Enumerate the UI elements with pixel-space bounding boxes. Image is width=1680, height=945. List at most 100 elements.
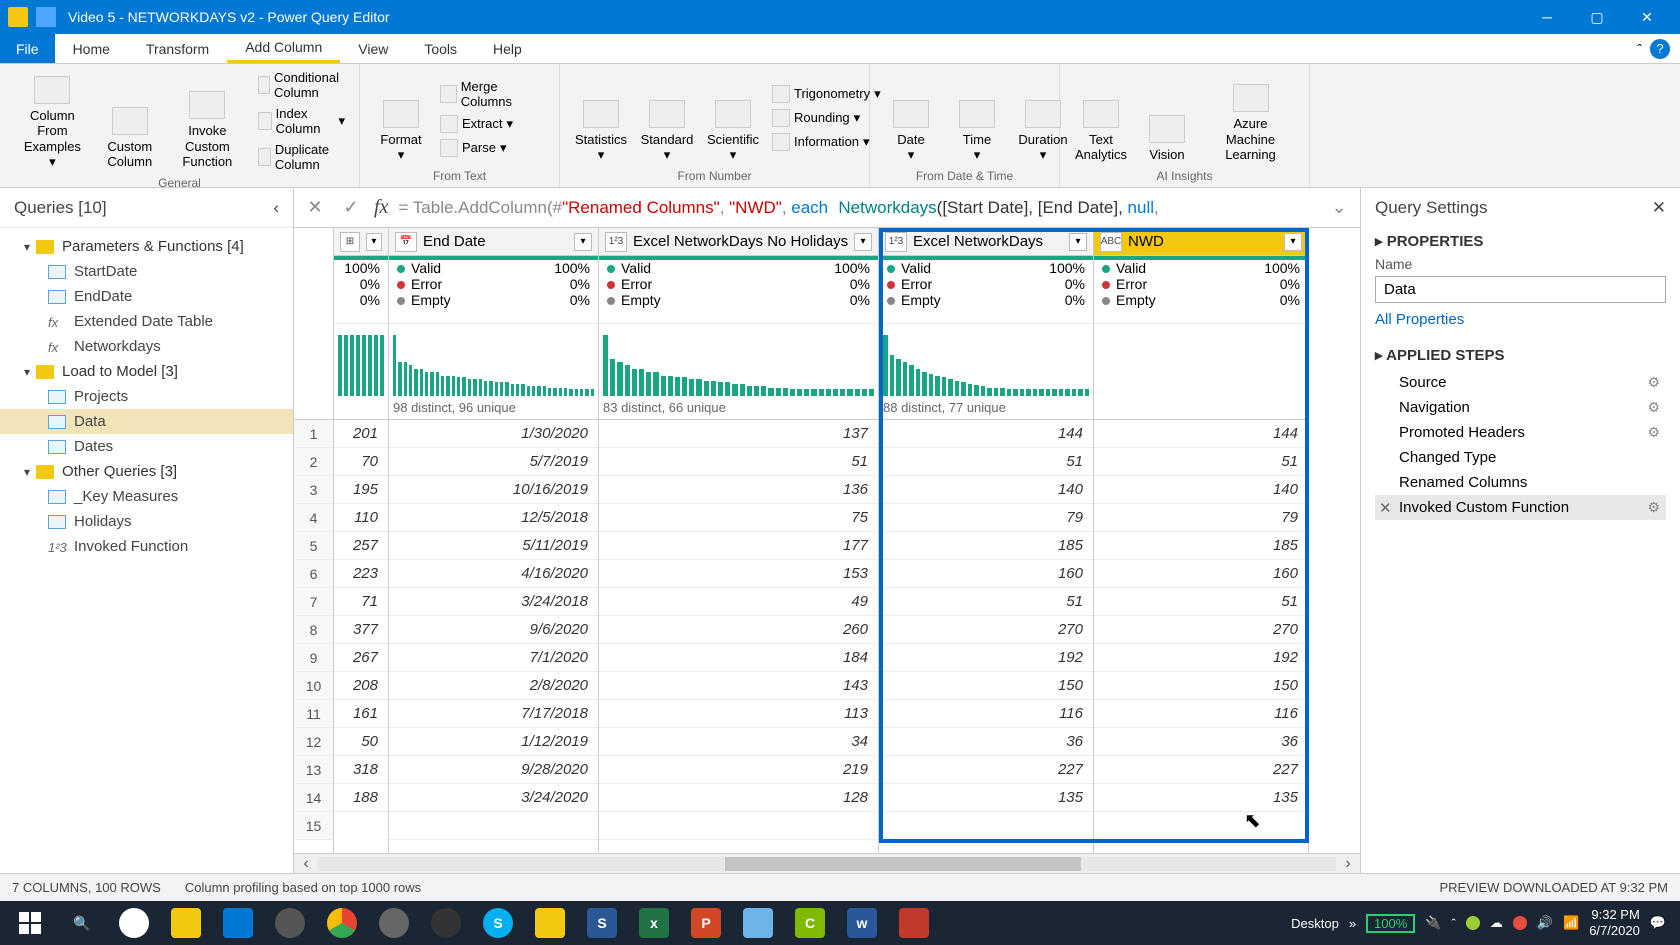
tray-icon-1[interactable]: [1466, 916, 1480, 930]
cell[interactable]: 227: [1094, 756, 1308, 784]
gear-icon[interactable]: ⚙: [1647, 499, 1660, 516]
time-button[interactable]: Time ▾: [946, 68, 1008, 167]
group-other-queries[interactable]: ▾Other Queries [3]: [0, 459, 293, 484]
close-settings-icon[interactable]: ✕: [1652, 198, 1666, 218]
standard-button[interactable]: Standard ▾: [636, 68, 698, 167]
column-header[interactable]: ABCNWD▾: [1094, 228, 1308, 256]
cell[interactable]: 51: [1094, 448, 1308, 476]
cell[interactable]: 144: [879, 420, 1093, 448]
column-dropdown-icon[interactable]: ▾: [854, 233, 872, 251]
formula-text[interactable]: = Table.AddColumn(#"Renamed Columns", "N…: [398, 198, 1316, 218]
step-changed-type[interactable]: Changed Type: [1375, 445, 1666, 470]
column-header[interactable]: ⊞▾: [334, 228, 388, 256]
cell[interactable]: 128: [599, 784, 878, 812]
trigonometry-button[interactable]: Trigonometry ▾: [768, 83, 885, 105]
help-menu[interactable]: Help: [475, 34, 540, 63]
transform-menu[interactable]: Transform: [128, 34, 227, 63]
cell[interactable]: 195: [334, 476, 388, 504]
help-icon[interactable]: ?: [1650, 39, 1670, 59]
cell[interactable]: 160: [1094, 560, 1308, 588]
cell[interactable]: 75: [599, 504, 878, 532]
column-dropdown-icon[interactable]: ▾: [574, 233, 592, 251]
row-number[interactable]: 5: [294, 532, 333, 560]
cell[interactable]: 9/28/2020: [389, 756, 598, 784]
horizontal-scrollbar[interactable]: ‹ ›: [294, 853, 1360, 873]
battery-indicator[interactable]: 100%: [1366, 914, 1415, 933]
cell[interactable]: 188: [334, 784, 388, 812]
cell[interactable]: 7/17/2018: [389, 700, 598, 728]
maximize-button[interactable]: ▢: [1572, 0, 1622, 34]
merge-columns-button[interactable]: Merge Columns: [436, 77, 549, 111]
cell[interactable]: 1/30/2020: [389, 420, 598, 448]
cell[interactable]: 192: [879, 644, 1093, 672]
cell[interactable]: 177: [599, 532, 878, 560]
close-button[interactable]: ✕: [1622, 0, 1672, 34]
column-header[interactable]: 1²3Excel NetworkDays No Holidays▾: [599, 228, 878, 256]
cell[interactable]: [599, 812, 878, 840]
cell[interactable]: 2/8/2020: [389, 672, 598, 700]
accept-formula-button[interactable]: ✓: [338, 195, 364, 221]
cell[interactable]: 227: [879, 756, 1093, 784]
taskbar-app-4[interactable]: [368, 901, 420, 945]
query-enddate[interactable]: EndDate: [0, 284, 293, 309]
rounding-button[interactable]: Rounding ▾: [768, 107, 885, 129]
column-from-examples-button[interactable]: Column From Examples ▾: [10, 68, 95, 174]
recorder-icon[interactable]: [888, 901, 940, 945]
notepad-icon[interactable]: [732, 901, 784, 945]
home-menu[interactable]: Home: [55, 34, 128, 63]
cell[interactable]: 135: [879, 784, 1093, 812]
text-analytics-button[interactable]: Text Analytics: [1070, 68, 1132, 167]
collapse-ribbon-icon[interactable]: ˆ: [1637, 41, 1642, 57]
cell[interactable]: 161: [334, 700, 388, 728]
query-data[interactable]: Data: [0, 409, 293, 434]
cell[interactable]: 144: [1094, 420, 1308, 448]
volume-icon[interactable]: 🔊: [1537, 915, 1553, 931]
column-dropdown-icon[interactable]: ▾: [366, 233, 382, 251]
minimize-button[interactable]: ─: [1522, 0, 1572, 34]
cell[interactable]: 3/24/2020: [389, 784, 598, 812]
cell[interactable]: 377: [334, 616, 388, 644]
file-explorer-icon[interactable]: [160, 901, 212, 945]
row-number[interactable]: 10: [294, 672, 333, 700]
scroll-right-icon[interactable]: ›: [1336, 855, 1360, 873]
row-number[interactable]: 15: [294, 812, 333, 840]
table-icon[interactable]: ⊞: [340, 232, 360, 252]
cell[interactable]: 150: [879, 672, 1093, 700]
cell[interactable]: 51: [879, 448, 1093, 476]
cell[interactable]: 137: [599, 420, 878, 448]
row-number[interactable]: 2: [294, 448, 333, 476]
index-column-button[interactable]: Index Column ▾: [254, 104, 349, 138]
add-column-menu[interactable]: Add Column: [227, 34, 340, 63]
expand-formula-button[interactable]: ⌄: [1326, 195, 1352, 221]
cell[interactable]: 219: [599, 756, 878, 784]
cell[interactable]: 140: [1094, 476, 1308, 504]
excel-icon[interactable]: x: [628, 901, 680, 945]
column-dropdown-icon[interactable]: ▾: [1284, 233, 1302, 251]
cell[interactable]: 110: [334, 504, 388, 532]
cell[interactable]: 49: [599, 588, 878, 616]
all-properties-link[interactable]: All Properties: [1375, 311, 1666, 328]
cell[interactable]: 192: [1094, 644, 1308, 672]
cloud-icon[interactable]: ☁: [1490, 915, 1503, 931]
collapse-pane-icon[interactable]: ‹: [273, 198, 279, 218]
word-icon[interactable]: w: [836, 901, 888, 945]
azure-ml-button[interactable]: Azure Machine Learning: [1202, 68, 1299, 167]
format-button[interactable]: Format ▾: [370, 68, 432, 167]
step-source[interactable]: Source⚙: [1375, 370, 1666, 395]
chevron-right-icon[interactable]: »: [1349, 916, 1356, 931]
query-projects[interactable]: Projects: [0, 384, 293, 409]
duplicate-column-button[interactable]: Duplicate Column: [254, 140, 349, 174]
cell[interactable]: 260: [599, 616, 878, 644]
cell[interactable]: 160: [879, 560, 1093, 588]
cell[interactable]: 9/6/2020: [389, 616, 598, 644]
row-number[interactable]: 3: [294, 476, 333, 504]
search-button[interactable]: 🔍: [56, 901, 108, 945]
cell[interactable]: 143: [599, 672, 878, 700]
column-header[interactable]: 📅End Date▾: [389, 228, 598, 256]
gear-icon[interactable]: ⚙: [1647, 424, 1660, 441]
conditional-column-button[interactable]: Conditional Column: [254, 68, 349, 102]
cell[interactable]: 36: [879, 728, 1093, 756]
group-load-to-model[interactable]: ▾Load to Model [3]: [0, 359, 293, 384]
cell[interactable]: [1094, 812, 1308, 840]
cell[interactable]: 3/24/2018: [389, 588, 598, 616]
